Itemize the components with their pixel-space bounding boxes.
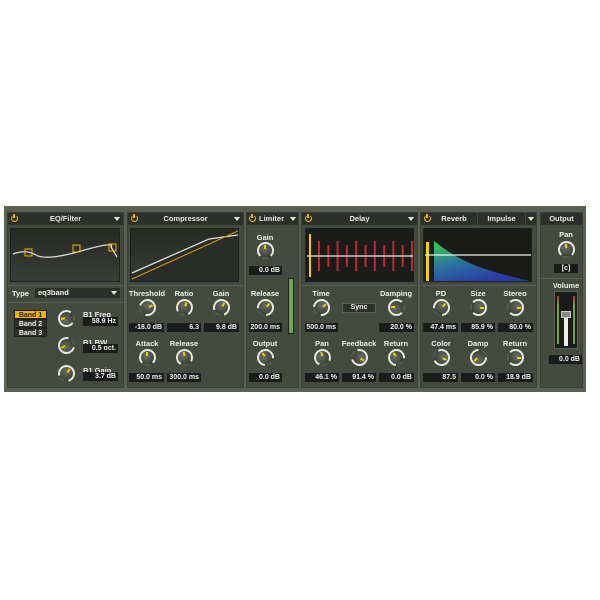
reverb-return-knob[interactable] [506,348,524,366]
reverb-power-icon[interactable] [424,213,431,222]
eq-curve [12,244,118,258]
delay-return-label: Return [383,339,409,348]
volume-meter-left [557,296,559,344]
divider [541,278,582,279]
feedback-value[interactable]: 91.4 % [342,373,376,382]
chevron-down-icon [111,291,117,295]
compressor-header: Compressor [128,213,243,225]
reverb-decay-shape [434,241,530,281]
output-pan-knob[interactable] [557,240,575,258]
output-pan-value[interactable]: [c] [554,264,578,273]
limiter-release-value[interactable]: 200.0 ms [249,323,282,332]
divider [128,285,243,286]
limiter-release-label: Release [250,289,280,298]
threshold-value[interactable]: -18.0 dB [129,323,164,332]
type-label: Type [12,289,29,298]
divider [421,285,536,286]
eq-header: EQ/Filter [8,213,123,225]
attack-knob[interactable] [138,348,156,366]
comp-release-value[interactable]: 300.0 ms [167,373,201,382]
type-value: eq3band [38,288,69,297]
reverb-menu-chevron-down-icon[interactable] [528,217,534,221]
compressor-menu-chevron-down-icon[interactable] [234,217,240,221]
impulse-selector[interactable]: Impulse [478,213,525,225]
compressor-title: Compressor [163,214,208,223]
reverb-return-value[interactable]: 18.9 dB [498,373,533,382]
band-3-button[interactable]: Band 3 [14,328,47,337]
stereo-knob[interactable] [506,298,524,316]
reverb-title: Reverb [441,214,467,223]
limiter-meter [288,278,294,334]
b1-bw-value[interactable]: 0.5 oct. [83,344,118,353]
damping-value[interactable]: 20.0 % [379,323,414,332]
divider [8,302,123,303]
output-header: Output [541,213,582,225]
volume-meter-right [573,296,575,344]
damp-value[interactable]: 0.0 % [461,373,495,382]
sync-button[interactable]: Sync [342,303,376,313]
band-2-button[interactable]: Band 2 [14,319,47,328]
delay-pan-value[interactable]: 46.1 % [305,373,339,382]
type-select[interactable]: eq3band [35,288,120,298]
ratio-value[interactable]: 6.3 [167,323,201,332]
delay-return-value[interactable]: 0.0 dB [379,373,414,382]
stereo-value[interactable]: 80.0 % [498,323,533,332]
limiter-gain-value[interactable]: 0.0 dB [249,266,282,275]
eq-power-icon[interactable] [11,213,18,222]
color-value[interactable]: 87.5 [423,373,458,382]
size-value[interactable]: 85.9 % [461,323,495,332]
limiter-output-value[interactable]: 0.0 dB [249,373,282,382]
damping-knob[interactable] [387,298,405,316]
compressor-curve-fill [132,235,238,281]
divider [302,285,417,286]
size-knob[interactable] [469,298,487,316]
delay-taps-graph [305,228,414,282]
volume-label: Volume [552,281,580,290]
comp-gain-label: Gain [212,289,230,298]
compressor-power-icon[interactable] [131,213,138,222]
divider [8,285,123,286]
delay-time-label: Time [312,289,330,298]
delay-header: Delay [302,213,417,225]
reverb-return-label: Return [502,339,528,348]
reverb-predelay-marker [426,242,429,281]
delay-power-icon[interactable] [305,213,312,222]
b1-gain-value[interactable]: 3.7 dB [83,372,118,381]
eq-menu-chevron-down-icon[interactable] [114,217,120,221]
volume-fader-handle[interactable] [561,311,571,318]
limiter-power-icon[interactable] [249,213,256,222]
b1-freq-value[interactable]: 58.9 Hz [83,317,118,326]
impulse-label: Impulse [487,214,516,223]
volume-fader-track[interactable] [554,291,578,349]
volume-value[interactable]: 0.0 dB [549,355,582,364]
comp-gain-value[interactable]: 9.8 dB [204,323,239,332]
limiter-menu-chevron-down-icon[interactable] [290,217,296,221]
volume-fill [564,318,568,346]
limiter-output-label: Output [252,339,278,348]
output-pan-label: Pan [559,230,573,239]
delay-time-value[interactable]: 500.0 ms [305,323,338,332]
band-1-button[interactable]: Band 1 [14,310,47,319]
stereo-label: Stereo [503,289,527,298]
delay-menu-chevron-down-icon[interactable] [408,217,414,221]
output-title: Output [549,214,574,223]
attack-value[interactable]: 50.0 ms [129,373,164,382]
eq-title: EQ/Filter [49,214,82,223]
limiter-gain-knob[interactable] [256,241,274,259]
compressor-curve-graph [130,228,239,282]
limiter-title: Limiter [259,214,285,223]
comp-release-label: Release [169,339,199,348]
damping-label: Damping [379,289,413,298]
reverb-impulse-graph [423,228,532,282]
pd-value[interactable]: 47.4 ms [423,323,458,332]
eq-curve-graph[interactable] [10,228,120,282]
delay-title: Delay [349,214,370,223]
